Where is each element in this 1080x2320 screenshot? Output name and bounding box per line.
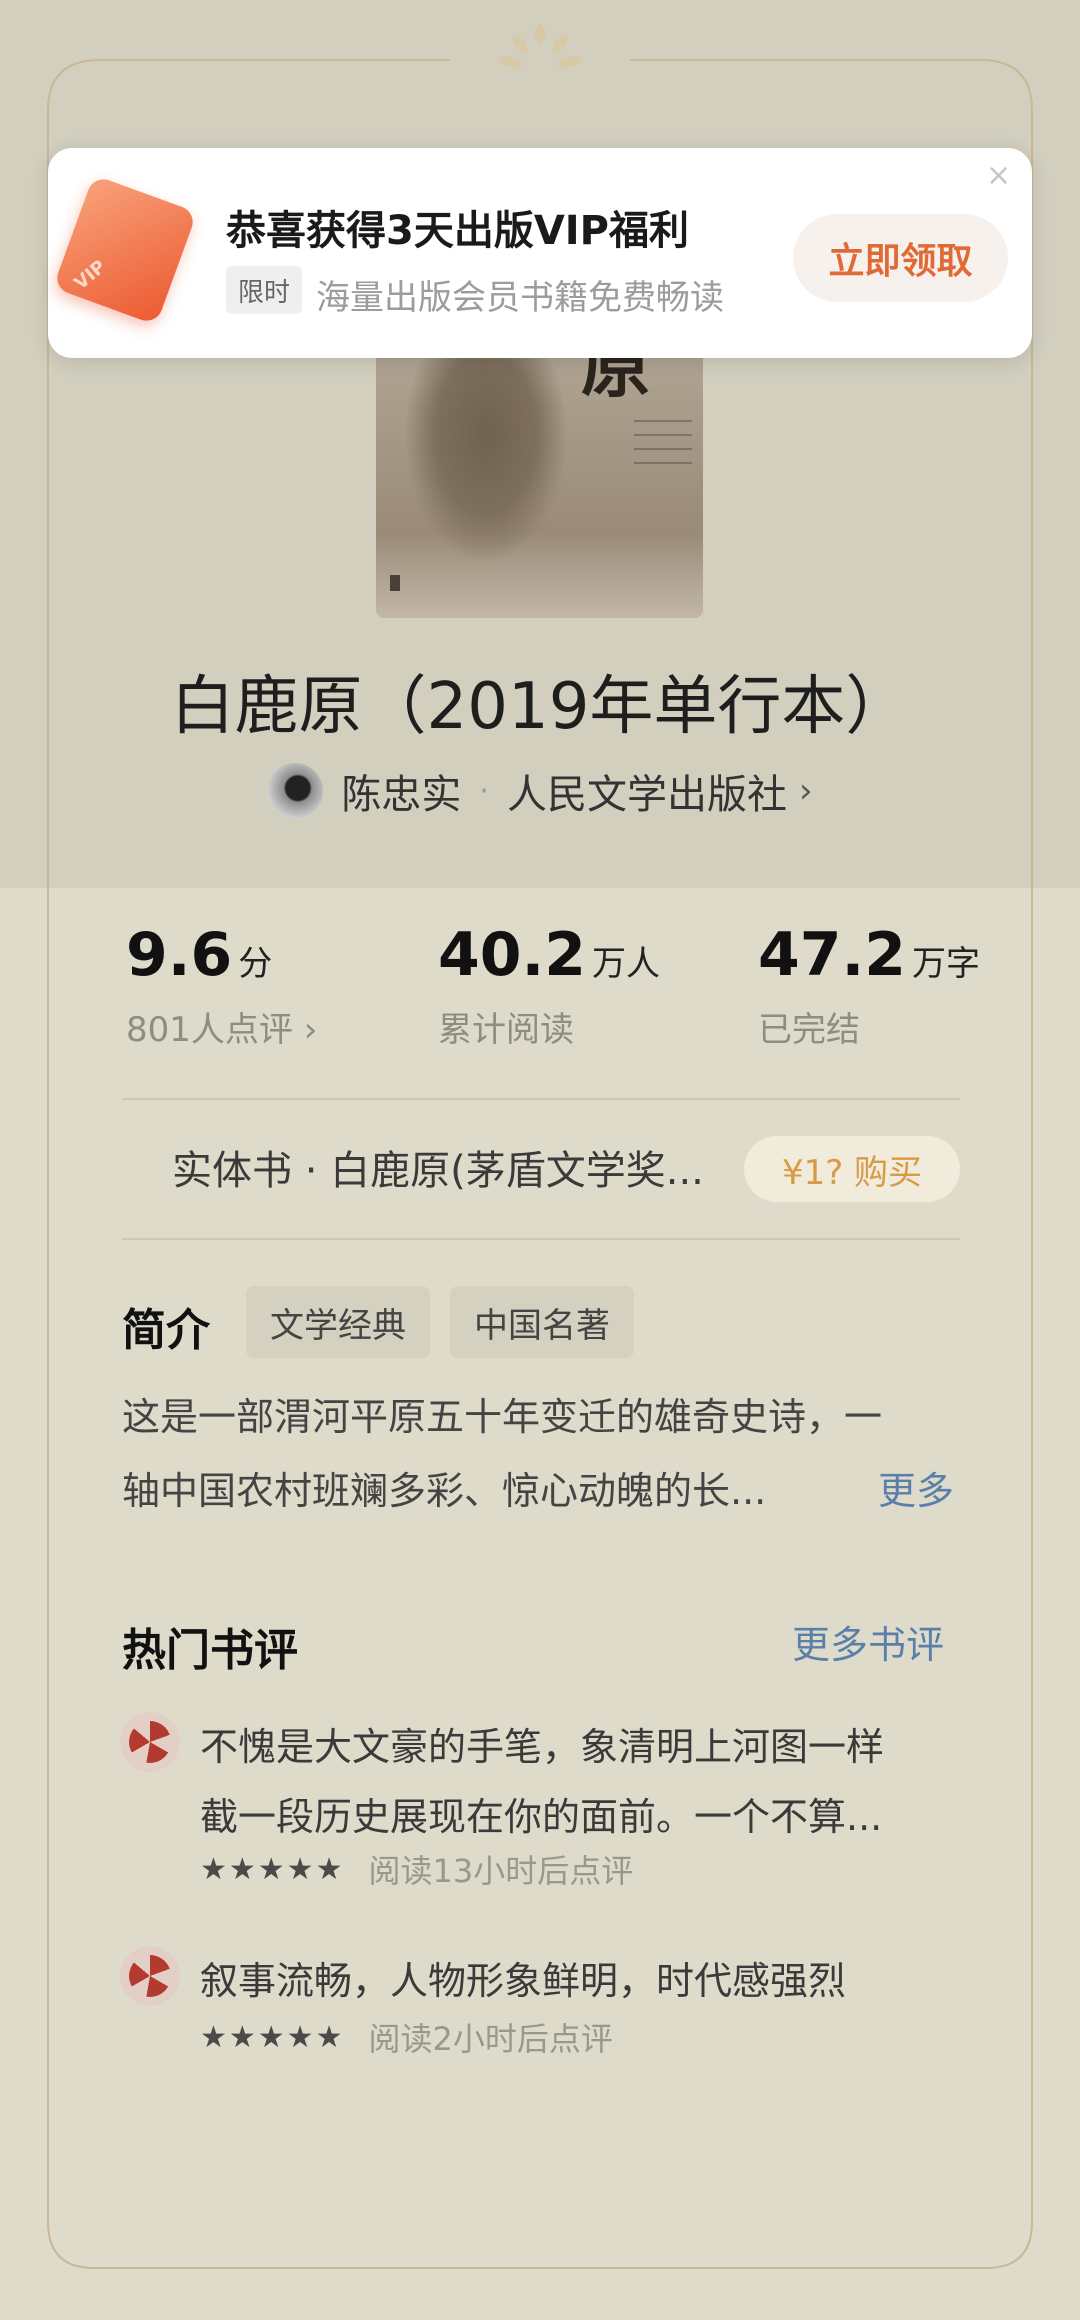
sun-ornament-icon — [498, 24, 582, 68]
intro-title: 简介 — [122, 1305, 210, 1356]
review-meta-text: 阅读2小时后点评 — [368, 2020, 613, 2058]
review-meta-text: 阅读13小时后点评 — [368, 1852, 634, 1890]
divider — [122, 1238, 960, 1240]
rating-count-link[interactable]: 801人点评 › — [126, 1002, 317, 1051]
separator-dot: · — [479, 773, 489, 809]
book-title: 白鹿原（2019年单行本） — [170, 670, 910, 744]
physical-book-link[interactable]: 实体书 · 白鹿原(茅盾文学奖... — [172, 1138, 704, 1196]
words-label: 已完结 — [758, 1010, 860, 1050]
author-name[interactable]: 陈忠实 — [341, 762, 461, 820]
rating-unit: 分 — [238, 944, 273, 984]
readers-label: 累计阅读 — [438, 1010, 574, 1050]
stat-readers: 40.2 万人 累计阅读 — [438, 920, 660, 1051]
intro-more-link[interactable]: 更多 — [878, 1460, 954, 1515]
author-row[interactable]: 陈忠实 · 人民文学出版社 › — [0, 762, 1080, 820]
vip-promo-popup[interactable]: VIP 恭喜获得3天出版VIP福利 限时 海量出版会员书籍免费畅读 立即领取 × — [48, 148, 1032, 358]
readers-value: 40.2 — [438, 920, 587, 990]
reviewer-avatar[interactable] — [120, 1946, 180, 2006]
star-rating-icon: ★★★★★ — [200, 2019, 345, 2055]
cover-artwork — [406, 350, 566, 560]
intro-line-2: 轴中国农村班斓多彩、惊心动魄的长... — [122, 1469, 767, 1513]
review-text-line[interactable]: 不愧是大文豪的手笔，象清明上河图一样 — [200, 1716, 884, 1771]
tag-literary-classic[interactable]: 文学经典 — [246, 1286, 430, 1358]
limited-time-badge: 限时 — [226, 266, 302, 314]
popup-subtitle: 海量出版会员书籍免费畅读 — [316, 278, 724, 318]
popup-title: 恭喜获得3天出版VIP福利 — [226, 208, 689, 254]
author-avatar[interactable] — [267, 763, 324, 819]
chevron-right-icon: › — [798, 771, 813, 811]
buy-button[interactable]: ¥1? 购买 — [744, 1136, 960, 1202]
book-cover[interactable]: 原 — [376, 330, 703, 618]
readers-unit: 万人 — [592, 944, 661, 984]
close-icon[interactable]: × — [986, 158, 1011, 193]
review-text-line[interactable]: 截一段历史展现在你的面前。一个不算... — [200, 1786, 882, 1841]
intro-line-1: 这是一部渭河平原五十年变迁的雄奇史诗，一 — [122, 1395, 883, 1439]
review-meta: ★★★★★ 阅读13小时后点评 — [200, 1846, 633, 1892]
cover-seal — [390, 575, 400, 591]
tag-chinese-masterpiece[interactable]: 中国名著 — [450, 1286, 634, 1358]
vip-card-label: VIP — [70, 256, 110, 295]
reviews-title: 热门书评 — [122, 1625, 298, 1676]
publisher-name[interactable]: 人民文学出版社 — [507, 762, 787, 820]
words-unit: 万字 — [912, 944, 981, 984]
stat-words: 47.2 万字 已完结 — [758, 920, 980, 1051]
reviewer-avatar[interactable] — [120, 1712, 180, 1772]
review-text-line[interactable]: 叙事流畅，人物形象鲜明，时代感强烈 — [200, 1950, 846, 2005]
claim-button[interactable]: 立即领取 — [793, 214, 1008, 302]
stat-rating[interactable]: 9.6 分 801人点评 › — [126, 920, 317, 1051]
rating-value: 9.6 — [126, 920, 233, 990]
words-value: 47.2 — [758, 920, 907, 990]
star-rating-icon: ★★★★★ — [200, 1851, 345, 1887]
more-reviews-link[interactable]: 更多书评 — [792, 1614, 944, 1669]
divider — [122, 1098, 960, 1100]
vip-card-icon: VIP — [52, 174, 198, 326]
review-meta: ★★★★★ 阅读2小时后点评 — [200, 2014, 613, 2060]
